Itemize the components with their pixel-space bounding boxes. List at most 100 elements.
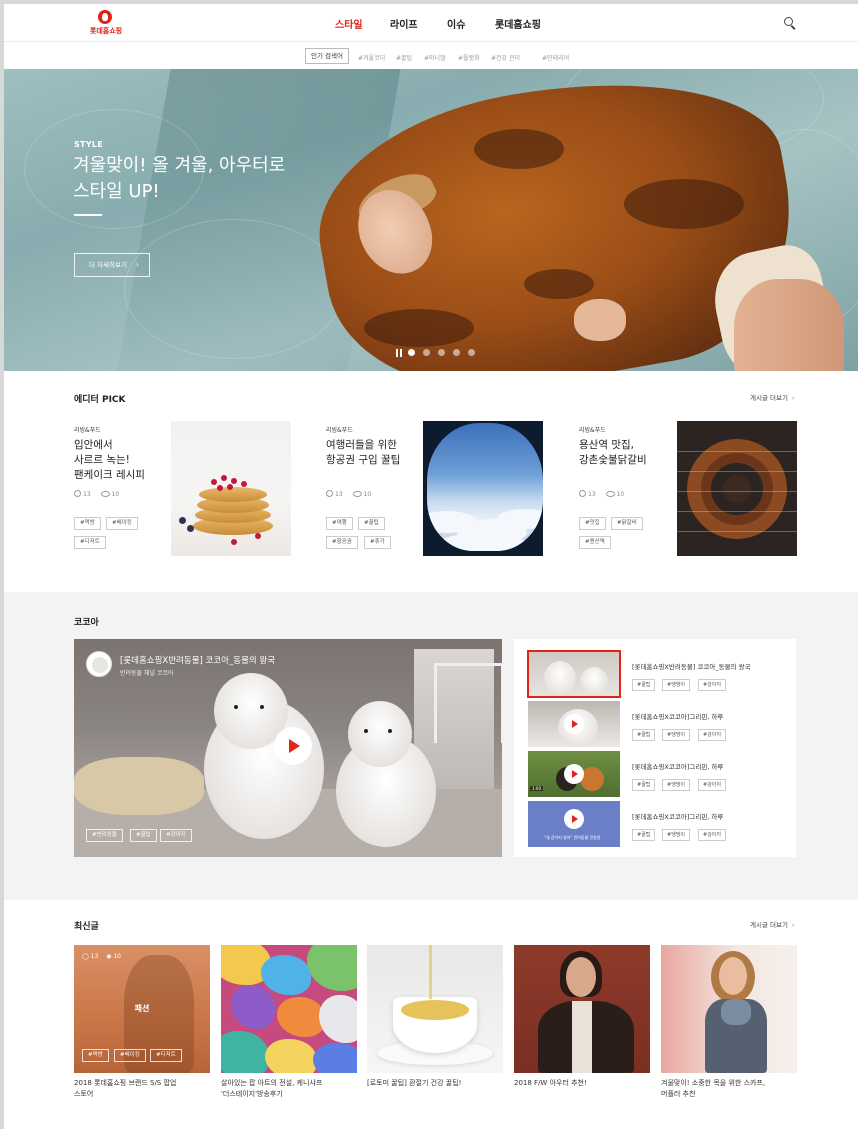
eye-icon [100,491,110,497]
hashtag[interactable]: #휴가 [364,536,391,549]
playlist-thumbnail[interactable]: "새 강아지 왔어" 반려동물 전용관 [528,801,620,847]
play-icon[interactable] [274,727,312,765]
hashtag[interactable]: #꿀팁 [130,829,157,842]
slide-dot[interactable] [453,349,460,356]
hashtag[interactable]: #여행 [326,517,353,530]
cocoa-section-title: 코코아 [74,618,99,628]
hashtag[interactable]: #베이킹 [114,1049,146,1062]
hashtag[interactable]: #꿀팁 [358,517,385,530]
hashtag[interactable]: #꿀팁 [632,729,656,741]
editor-pick-more-link[interactable]: 게시글 더보기 › [750,392,795,402]
nav-lotte-homeshopping[interactable]: 롯데홈쇼핑 [495,16,541,31]
page: 롯데홈쇼핑 스타일 라이프 이슈 롯데홈쇼핑 인기 검색어 #겨울코디 #꿀팁 … [4,4,858,1129]
hashtag[interactable]: #항공권 [326,536,358,549]
hashtag[interactable]: #닭갈비 [611,517,643,530]
main-video-channel: 반려동물 채널 코코아 [120,670,174,677]
hashtag[interactable]: #댕댕이 [662,779,690,791]
play-icon[interactable] [564,809,584,829]
latest-card-image[interactable] [221,945,357,1073]
playlist-item-title: [롯데홈쇼핑X반려동물] 코코아_동물의 왕국 [632,663,751,671]
keyword-tag[interactable]: #건강 관리 [491,53,520,62]
hashtag[interactable]: #용산역 [579,536,611,549]
latest-section-title: 최신글 [74,922,99,932]
slide-dot[interactable] [468,349,475,356]
hashtag[interactable]: #댕댕이 [662,679,690,691]
lotte-homeshopping-logo[interactable]: 롯데홈쇼핑 [86,10,126,38]
nav-life[interactable]: 라이프 [390,16,418,31]
hashtag[interactable]: #맛집 [579,517,606,530]
card-category: 리빙&푸드 [326,427,353,434]
latest-card-caption: 2018 F/W 아우터 추천! [514,1079,587,1087]
comment-icon [579,490,586,497]
hashtag[interactable]: #먹방 [82,1049,109,1062]
hashtag[interactable]: #반려동물 [86,829,123,842]
hero-divider [74,214,102,216]
hashtag[interactable]: #꿀팁 [632,779,656,791]
playlist-item-title: [롯데홈쇼핑X코코아]그리핀, 하루 [632,813,724,821]
latest-card-image[interactable] [514,945,650,1073]
keyword-tag[interactable]: #인테리어 [542,53,569,62]
latest-card-image[interactable] [661,945,797,1073]
card-stats: 13 10 [326,490,371,498]
popular-keywords-bar: 인기 검색어 #겨울코디 #꿀팁 #미니멀 #플랫화 #건강 관리 #인테리어 [4,43,858,69]
playlist-item[interactable]: [롯데홈쇼핑X코코아]그리핀, 하루 #꿀팁 #댕댕이 #강아지 [528,701,788,751]
latest-more-link[interactable]: 게시글 더보기 › [750,919,795,929]
keyword-tag[interactable]: #플랫화 [458,53,480,62]
playlist-item[interactable]: 1:00 [롯데홈쇼핑X코코아]그리핀, 하루 #꿀팁 #댕댕이 #강아지 [528,751,788,801]
hashtag[interactable]: #꿀팁 [632,829,656,841]
slide-dot[interactable] [438,349,445,356]
search-icon[interactable] [784,17,796,30]
hashtag[interactable]: #베이킹 [106,517,138,530]
hashtag[interactable]: #강아지 [698,679,726,691]
nav-style[interactable]: 스타일 [335,16,363,31]
eye-icon [352,491,362,497]
nav-issue[interactable]: 이슈 [447,16,465,31]
editor-pick-title: 에디터 PICK [74,395,126,405]
hashtag[interactable]: #강아지 [698,779,726,791]
playlist-item[interactable]: "새 강아지 왔어" 반려동물 전용관 [롯데홈쇼핑X코코아]그리핀, 하루 #… [528,801,788,851]
hero-category: STYLE [74,140,104,149]
main-video-player[interactable]: [롯데홈쇼핑X반려동물] 코코아_동물의 왕국 반려동물 채널 코코아 #반려동… [74,639,502,857]
keyword-tag[interactable]: #미니멀 [424,53,446,62]
hero-more-button[interactable]: 더 자세히보기 › [74,253,150,277]
latest-card-image[interactable]: ◯ 13 ◉ 10 패션 #먹방 #베이킹 #디저트 [74,945,210,1073]
hero-banner[interactable]: STYLE 겨울맞이! 올 겨울, 아우터로 스타일 UP! 더 자세히보기 › [4,69,858,371]
hashtag[interactable]: #댕댕이 [662,829,690,841]
slide-dot[interactable] [423,349,430,356]
pause-icon[interactable] [396,349,402,357]
hashtag[interactable]: #디저트 [74,536,106,549]
logo-icon [98,10,112,24]
play-icon[interactable] [564,714,584,734]
airplane-window-image[interactable] [423,421,543,556]
hashtag[interactable]: #댕댕이 [662,729,690,741]
hashtag[interactable]: #먹방 [74,517,101,530]
comment-icon [74,490,81,497]
slide-dot[interactable] [408,349,415,356]
hashtag[interactable]: #디저트 [150,1049,182,1062]
channel-avatar[interactable] [86,651,112,677]
grill-image[interactable] [677,421,797,556]
keyword-tag[interactable]: #꿀팁 [396,53,412,62]
video-playlist: [롯데홈쇼핑X반려동물] 코코아_동물의 왕국 #꿀팁 #댕댕이 #강아지 [롯… [514,639,796,857]
keyword-tag[interactable]: #겨울코디 [358,53,385,62]
playlist-thumbnail[interactable] [528,701,620,747]
playlist-item[interactable]: [롯데홈쇼핑X반려동물] 코코아_동물의 왕국 #꿀팁 #댕댕이 #강아지 [527,650,788,701]
playlist-thumbnail[interactable]: 1:00 [528,751,620,797]
editor-pick-card[interactable]: 리빙&푸드 여행러들을 위한 항공권 구입 꿀팁 13 10 #여행 #꿀팁 #… [326,416,566,556]
editor-pick-card[interactable]: 리빙&푸드 용산역 맛집, 강촌숯불닭갈비 13 10 #맛집 #닭갈비 #용산… [579,416,819,556]
popular-keywords-label: 인기 검색어 [305,48,349,64]
editor-pick-card[interactable]: 리빙&푸드 입안에서 사르르 녹는! 팬케이크 레시피 13 10 #먹방 #베… [74,416,314,556]
hashtag[interactable]: #꿀팁 [632,679,656,691]
card-stats: ◯ 13 ◉ 10 [82,953,121,960]
hashtag[interactable]: #강아지 [698,729,726,741]
latest-card-caption: 2018 롯데홈쇼핑 브랜드 S/S 팝업 스토어 [74,1079,177,1098]
pancake-image[interactable] [171,421,291,556]
play-icon[interactable] [564,764,584,784]
hashtag[interactable]: #강아지 [698,829,726,841]
latest-card-image[interactable] [367,945,503,1073]
hashtag[interactable]: #강아지 [160,829,192,842]
comment-icon: ◯ [82,953,91,960]
latest-card-caption: 살아있는 팝 아트의 전설, 케니샤프 '더스테이지'방송후기 [221,1079,323,1098]
playlist-thumbnail[interactable] [527,650,621,698]
eye-icon [605,491,615,497]
